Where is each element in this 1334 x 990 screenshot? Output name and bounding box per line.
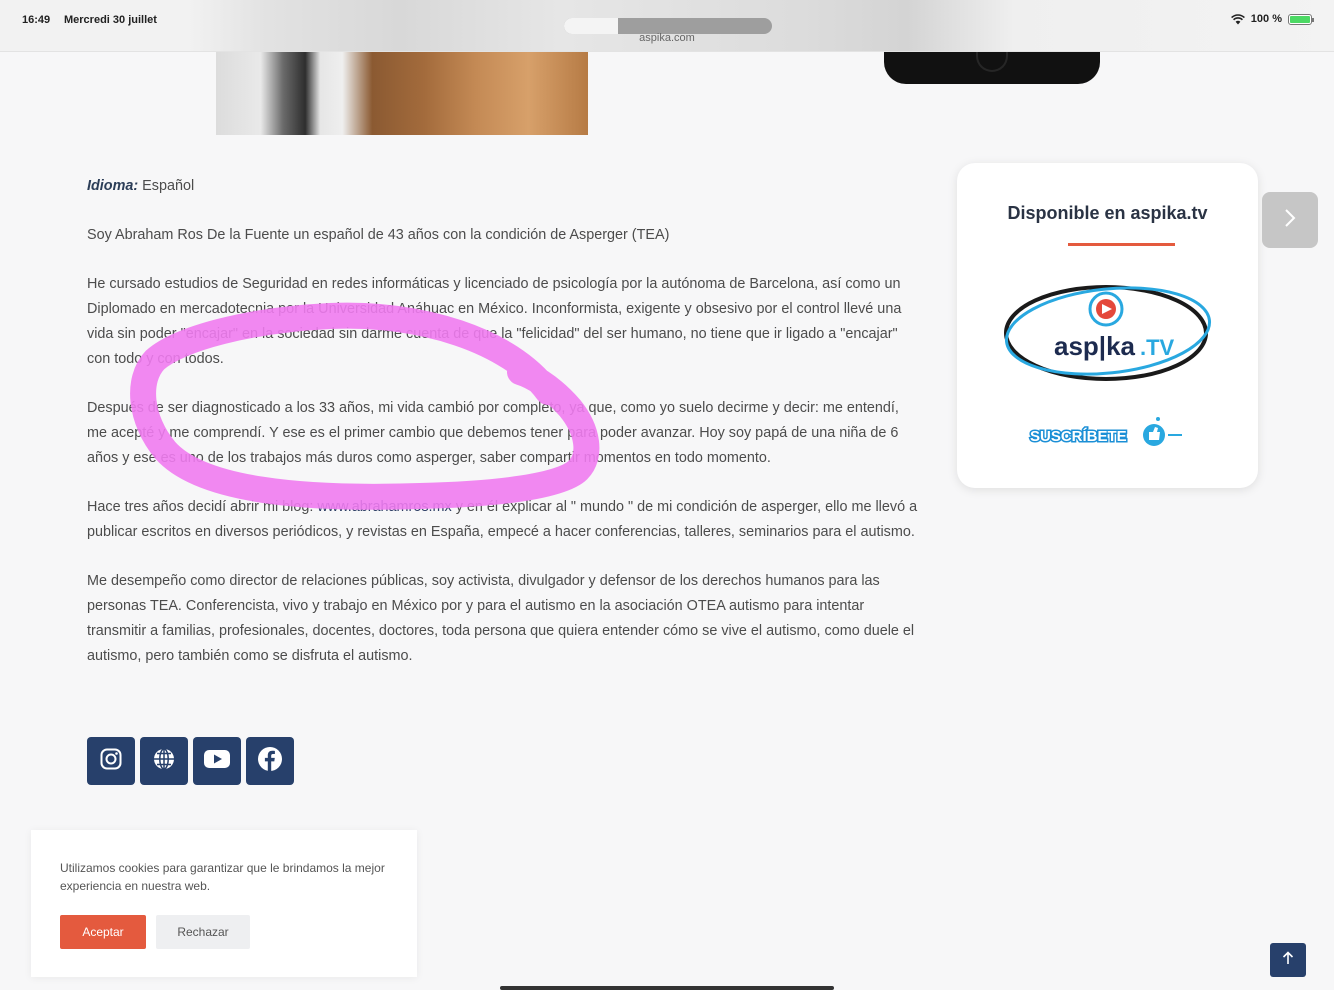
bio-paragraph-5: Me desempeño como director de relaciones… <box>87 573 915 664</box>
status-time: 16:49 <box>22 14 51 26</box>
language-line: Idioma: Español <box>87 174 919 199</box>
language-value: Español <box>142 178 195 194</box>
cookie-banner: Utilizamos cookies para garantizar que l… <box>31 830 417 977</box>
bio-paragraph-2: He cursado estudios de Seguridad en rede… <box>87 276 902 367</box>
language-label: Idioma: <box>87 178 139 194</box>
battery-icon <box>1288 13 1314 25</box>
device-image <box>884 52 1100 84</box>
widget-title: Disponible en aspika.tv <box>1007 203 1208 223</box>
website-button[interactable] <box>140 737 188 785</box>
home-indicator <box>500 986 834 990</box>
youtube-button[interactable] <box>193 737 241 785</box>
bio-paragraph-3: Después de ser diagnosticado a los 33 añ… <box>87 400 899 466</box>
blog-link[interactable]: www.abrahamros.mx <box>317 499 451 515</box>
bio-paragraph-4: Hace tres años decidí abrir mi blog: www… <box>87 495 919 545</box>
youtube-icon <box>204 749 230 774</box>
carousel-next-button[interactable] <box>1262 192 1318 248</box>
svg-text:SUSCRÍBETE: SUSCRÍBETE <box>1030 428 1127 445</box>
aspika-tv-widget: Disponible en aspika.tv asp|ka .TV SUSCR… <box>957 163 1258 488</box>
instagram-button[interactable] <box>87 737 135 785</box>
chevron-right-icon <box>1283 207 1297 234</box>
status-indicators: 100 % <box>1230 13 1314 25</box>
widget-title-underline <box>1068 243 1175 246</box>
aspika-tv-logo[interactable]: asp|ka .TV <box>1002 273 1214 393</box>
back-to-top-button[interactable] <box>1270 943 1306 977</box>
accept-cookies-button[interactable]: Aceptar <box>60 915 146 949</box>
battery-percent: 100 % <box>1250 13 1282 25</box>
svg-text:asp|ka: asp|ka <box>1054 331 1136 361</box>
globe-icon <box>152 747 176 776</box>
url-text: aspika.com <box>639 32 695 44</box>
facebook-button[interactable] <box>246 737 294 785</box>
bio-paragraph-1: Soy Abraham Ros De la Fuente un español … <box>87 227 670 243</box>
blog-intro-text: Hace tres años decidí abrir mi blog: <box>87 499 318 515</box>
subscribe-badge[interactable]: SUSCRÍBETE <box>1028 413 1188 457</box>
author-bio: Idioma: Español Soy Abraham Ros De la Fu… <box>87 174 919 693</box>
cookie-message: Utilizamos cookies para garantizar que l… <box>60 861 385 893</box>
svg-text:.TV: .TV <box>1140 335 1175 360</box>
author-photo <box>216 52 588 135</box>
wifi-icon <box>1230 13 1245 25</box>
arrow-up-icon <box>1282 950 1294 970</box>
reject-cookies-button[interactable]: Rechazar <box>156 915 250 949</box>
status-bar: 16:49 Mercredi 30 juillet aspika.com 100… <box>0 0 1334 52</box>
status-date: Mercredi 30 juillet <box>64 14 157 26</box>
instagram-icon <box>99 747 123 776</box>
facebook-icon <box>257 746 283 777</box>
social-links <box>87 737 294 785</box>
